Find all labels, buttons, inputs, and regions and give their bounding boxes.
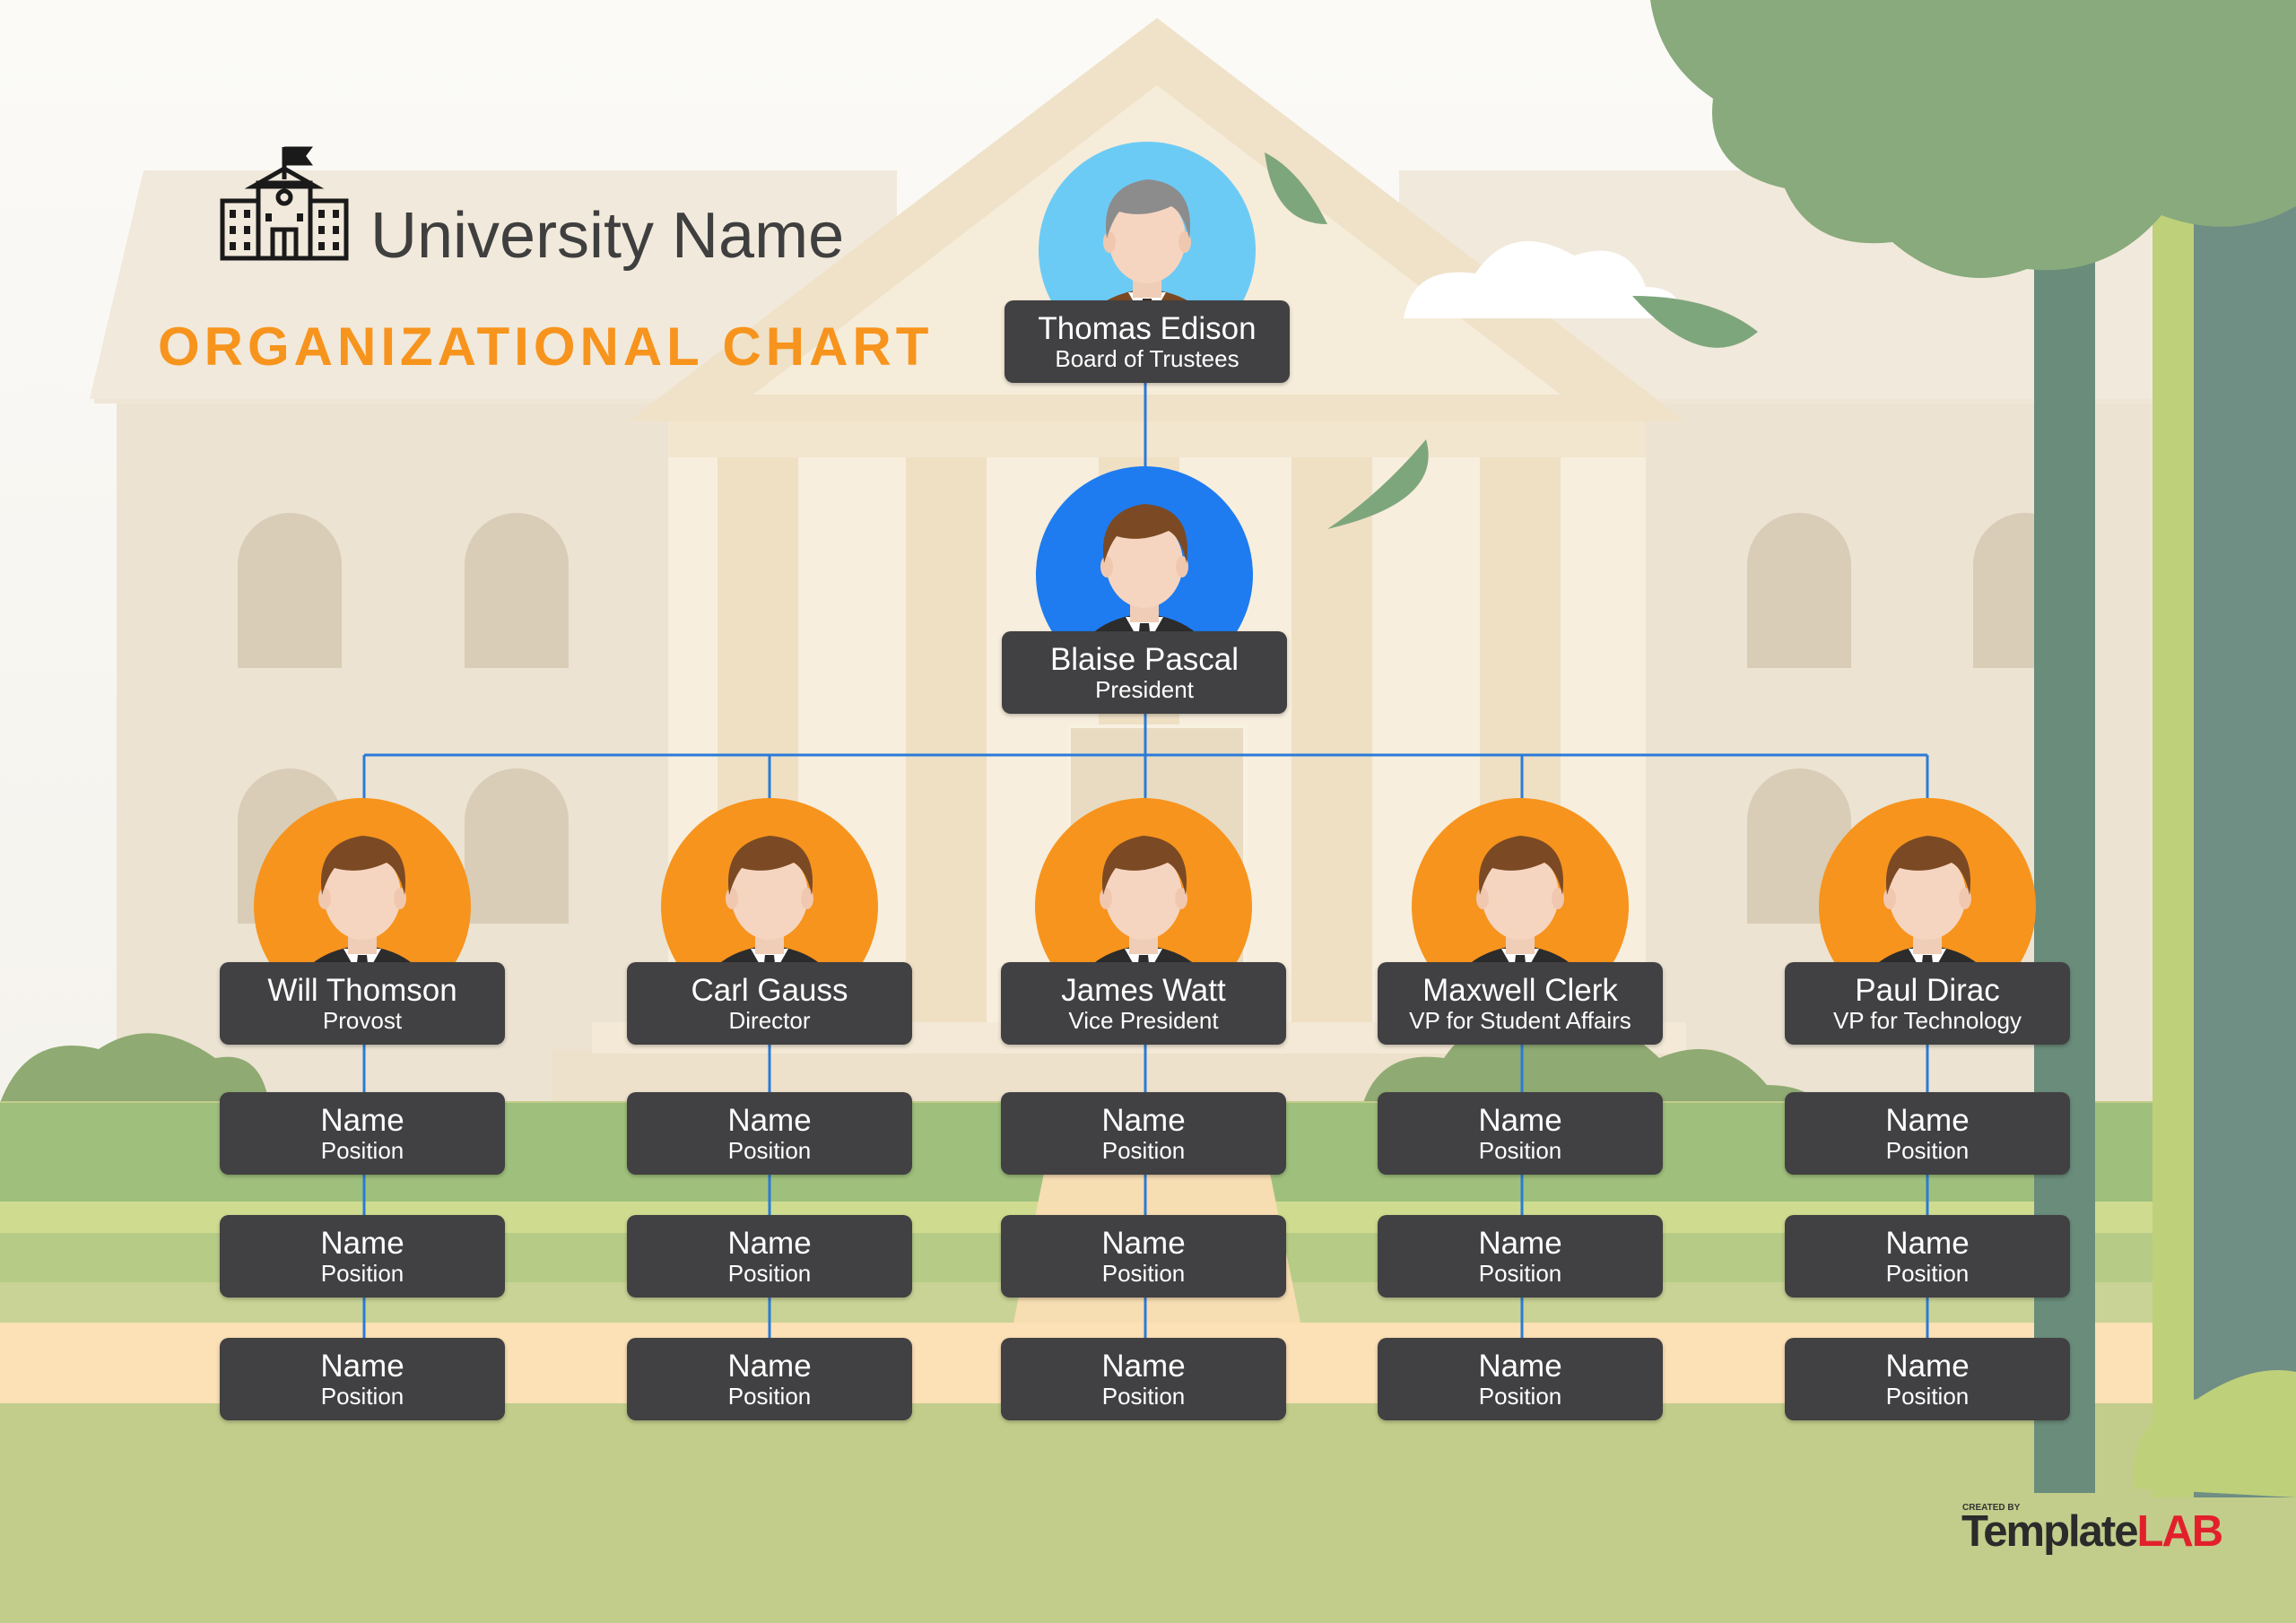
node-position: Position	[1885, 1260, 1970, 1287]
staff-node: Name Position	[1785, 1338, 2070, 1420]
node-position: Position	[320, 1383, 404, 1410]
staff-node: Name Position	[1378, 1338, 1663, 1420]
templatelab-logo: TemplateLAB	[1961, 1506, 2223, 1557]
staff-node: Name Position	[627, 1215, 912, 1298]
organizational-chart-subtitle: ORGANIZATIONAL CHART	[158, 317, 934, 377]
staff-node: Name Position	[1001, 1092, 1286, 1175]
node-position: Director	[728, 1007, 811, 1034]
node-provost: Will Thomson Provost	[220, 962, 505, 1045]
node-position: Position	[727, 1137, 812, 1164]
staff-node: Name Position	[1785, 1092, 2070, 1175]
node-position: Position	[1101, 1383, 1186, 1410]
node-position: VP for Student Affairs	[1409, 1007, 1631, 1034]
node-name: Thomas Edison	[1038, 311, 1257, 346]
node-director: Carl Gauss Director	[627, 962, 912, 1045]
node-name: Will Thomson	[267, 973, 457, 1008]
node-vp-student-affairs: Maxwell Clerk VP for Student Affairs	[1378, 962, 1663, 1045]
node-position: Position	[1101, 1260, 1186, 1287]
university-name-title: University Name	[370, 200, 845, 272]
node-position: VP for Technology	[1832, 1007, 2022, 1034]
staff-node: Name Position	[220, 1215, 505, 1298]
node-name: Name	[727, 1226, 812, 1261]
staff-node: Name Position	[627, 1338, 912, 1420]
node-position: Position	[320, 1260, 404, 1287]
staff-node: Name Position	[1785, 1215, 2070, 1298]
node-name: Name	[727, 1349, 812, 1384]
node-name: Name	[320, 1349, 404, 1384]
node-position: Position	[320, 1137, 404, 1164]
node-position: Position	[727, 1383, 812, 1410]
logo-part-template: Template	[1961, 1507, 2138, 1556]
node-name: Name	[320, 1103, 404, 1138]
node-vice-president: James Watt Vice President	[1001, 962, 1286, 1045]
node-name: Name	[320, 1226, 404, 1261]
node-name: Maxwell Clerk	[1422, 973, 1618, 1008]
node-position: Position	[1885, 1383, 1970, 1410]
staff-node: Name Position	[627, 1092, 912, 1175]
node-name: Carl Gauss	[691, 973, 848, 1008]
node-position: Position	[1478, 1260, 1562, 1287]
school-building-icon	[220, 146, 349, 261]
node-president: Blaise Pascal President	[1002, 631, 1287, 714]
node-vp-technology: Paul Dirac VP for Technology	[1785, 962, 2070, 1045]
node-name: James Watt	[1061, 973, 1226, 1008]
node-position: Position	[1101, 1137, 1186, 1164]
node-position: Position	[1478, 1137, 1562, 1164]
node-name: Name	[1101, 1103, 1186, 1138]
node-name: Name	[1101, 1349, 1186, 1384]
node-name: Name	[1885, 1103, 1970, 1138]
node-position: Board of Trustees	[1055, 345, 1239, 372]
staff-node: Name Position	[1001, 1215, 1286, 1298]
node-name: Name	[1478, 1103, 1562, 1138]
node-name: Blaise Pascal	[1049, 642, 1239, 677]
staff-node: Name Position	[1378, 1215, 1663, 1298]
node-name: Paul Dirac	[1855, 973, 2000, 1008]
node-position: Vice President	[1068, 1007, 1219, 1034]
node-position: Position	[1885, 1137, 1970, 1164]
node-position: Position	[1478, 1383, 1562, 1410]
node-position: Provost	[322, 1007, 403, 1034]
node-name: Name	[1885, 1349, 1970, 1384]
staff-node: Name Position	[220, 1338, 505, 1420]
staff-node: Name Position	[1378, 1092, 1663, 1175]
node-board-of-trustees: Thomas Edison Board of Trustees	[1004, 300, 1290, 383]
node-name: Name	[727, 1103, 812, 1138]
node-name: Name	[1478, 1349, 1562, 1384]
node-name: Name	[1885, 1226, 1970, 1261]
node-position: President	[1095, 676, 1194, 703]
logo-part-lab: LAB	[2136, 1507, 2223, 1556]
node-name: Name	[1478, 1226, 1562, 1261]
node-position: Position	[727, 1260, 812, 1287]
staff-node: Name Position	[1001, 1338, 1286, 1420]
node-name: Name	[1101, 1226, 1186, 1261]
staff-node: Name Position	[220, 1092, 505, 1175]
